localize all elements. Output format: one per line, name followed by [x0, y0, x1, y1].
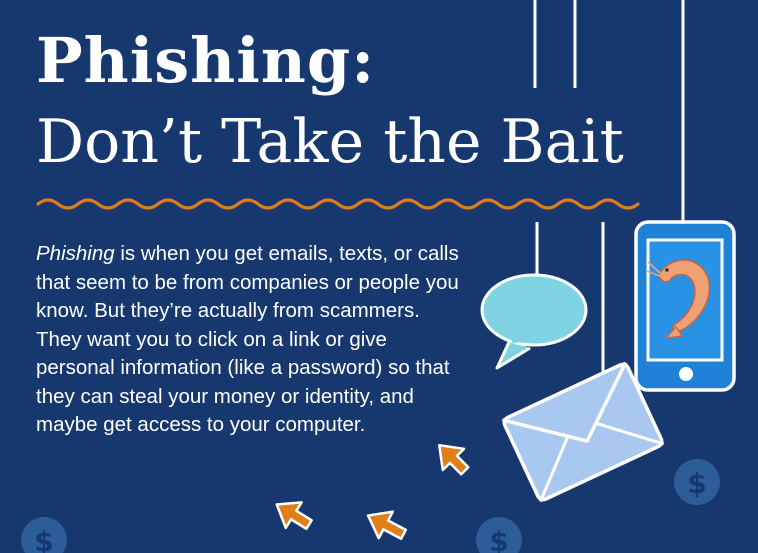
svg-text:$: $: [34, 525, 53, 553]
svg-text:$: $: [489, 525, 508, 553]
svg-text:$: $: [687, 467, 706, 500]
speech-bubble-icon: [480, 273, 588, 370]
decoration-layer: $ $ $: [21, 0, 736, 553]
cursor-arrow-icon: [275, 444, 470, 540]
dollar-coin-icon: $ $ $: [21, 459, 720, 553]
smartphone-icon: [634, 220, 736, 392]
